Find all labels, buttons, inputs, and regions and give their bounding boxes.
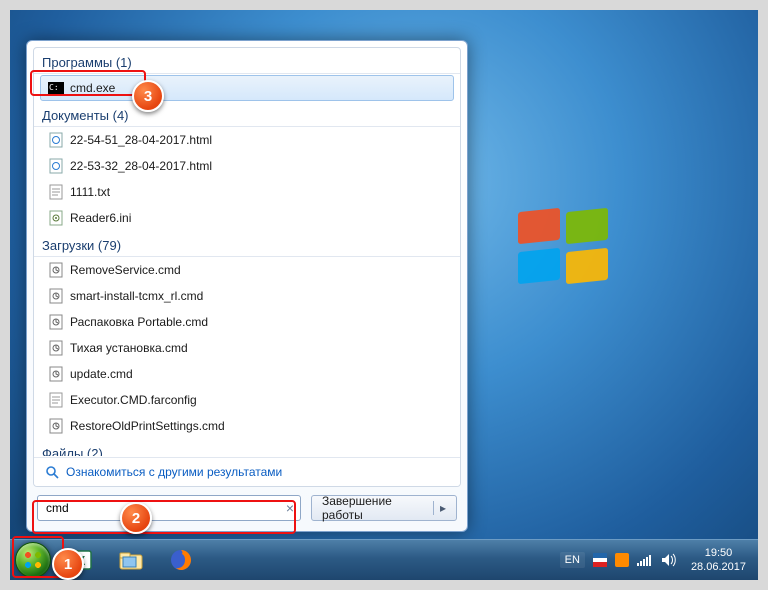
text-file-icon [48,184,64,200]
result-item[interactable]: Тихая установка.cmd [34,335,460,361]
tray-volume-icon[interactable] [661,553,677,567]
desktop: Программы (1) C: cmd.exe Документы (4) 22-54… [10,10,758,580]
section-header-programs: Программы (1) [34,50,460,74]
result-item-label: update.cmd [70,367,133,381]
shutdown-options-arrow[interactable]: ▸ [433,501,446,515]
html-file-icon [48,132,64,148]
search-icon [44,464,60,480]
tray-flag-icon[interactable] [593,553,607,567]
result-item[interactable]: C: cmd.exe [40,75,454,101]
tray-clock[interactable]: 19:50 28.06.2017 [685,546,752,574]
html-file-icon [48,158,64,174]
search-input[interactable] [44,500,286,516]
result-item[interactable]: smart-install-tcmx_rl.cmd [34,283,460,309]
batch-file-icon [48,262,64,278]
ini-file-icon [48,210,64,226]
batch-file-icon [48,366,64,382]
result-item[interactable]: RemoveService.cmd [34,257,460,283]
result-item-label: 22-53-32_28-04-2017.html [70,159,212,173]
result-item-label: cmd.exe [70,81,115,95]
callout-2: 2 [120,502,152,534]
batch-file-icon [48,288,64,304]
section-header-documents: Документы (4) [34,103,460,127]
clear-search-icon[interactable]: × [286,500,294,516]
tray-network-icon[interactable] [637,553,653,567]
taskbar-app-explorer[interactable] [107,544,155,576]
result-item[interactable]: Executor.CMD.farconfig [34,387,460,413]
result-item[interactable]: Распаковка Portable.cmd [34,309,460,335]
batch-file-icon [48,418,64,434]
result-item-label: Executor.CMD.farconfig [70,393,197,407]
see-more-results-label: Ознакомиться с другими результатами [66,465,282,479]
result-item[interactable]: Reader6.ini [34,205,460,231]
result-item[interactable]: 1111.txt [34,179,460,205]
tray-action-center-icon[interactable] [615,553,629,567]
result-item-label: smart-install-tcmx_rl.cmd [70,289,203,303]
start-button[interactable] [10,540,56,580]
result-item[interactable]: update.cmd [34,361,460,387]
start-orb-icon [15,542,51,578]
text-file-icon [48,392,64,408]
language-indicator[interactable]: EN [560,552,585,568]
callout-1: 1 [52,548,84,580]
result-item-label: RestoreOldPrintSettings.cmd [70,419,225,433]
search-input-wrapper[interactable]: × [37,495,301,521]
result-item-label: Тихая установка.cmd [70,341,188,355]
shutdown-button[interactable]: Завершение работы ▸ [311,495,457,521]
batch-file-icon [48,314,64,330]
taskbar-app-firefox[interactable] [157,544,205,576]
batch-file-icon [48,340,64,356]
result-item[interactable]: RestoreOldPrintSettings.cmd [34,413,460,439]
section-header-downloads: Загрузки (79) [34,233,460,257]
windows-logo [518,210,618,290]
result-item-label: 22-54-51_28-04-2017.html [70,133,212,147]
taskbar: X EN 19:50 28.06.2017 [10,539,758,580]
section-header-files: Файлы (2) [34,441,460,456]
result-item[interactable]: 22-53-32_28-04-2017.html [34,153,460,179]
tray-time: 19:50 [691,546,746,560]
result-item-label: Reader6.ini [70,211,131,225]
result-item[interactable]: 22-54-51_28-04-2017.html [34,127,460,153]
callout-3: 3 [132,80,164,112]
system-tray: EN 19:50 28.06.2017 [560,546,758,574]
see-more-results-link[interactable]: Ознакомиться с другими результатами [34,457,460,486]
tray-date: 28.06.2017 [691,560,746,574]
result-item-label: RemoveService.cmd [70,263,181,277]
result-item-label: 1111.txt [70,185,110,199]
result-item-label: Распаковка Portable.cmd [70,315,208,329]
shutdown-label: Завершение работы [322,494,427,522]
cmd-icon: C: [48,80,64,96]
start-menu-search-panel: Программы (1) C: cmd.exe Документы (4) 22-54… [26,40,468,532]
